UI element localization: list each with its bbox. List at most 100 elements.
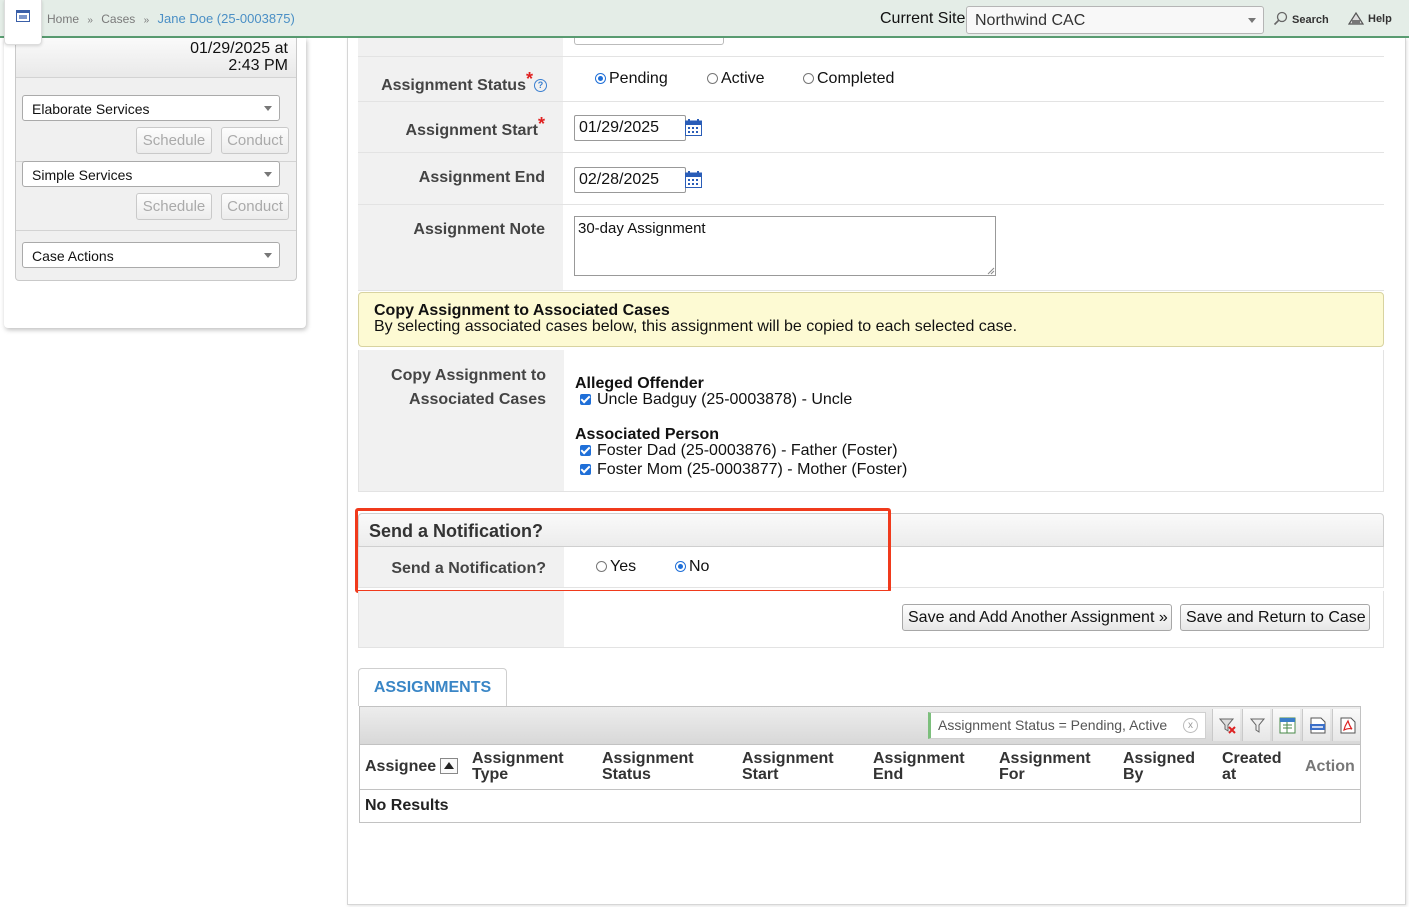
clear-filters-button[interactable] — [1212, 709, 1240, 741]
case-actions-select[interactable]: Case Actions — [22, 242, 280, 268]
assignment-note-label: Assignment Note — [413, 221, 545, 238]
case-date: 01/29/2025 at 2:43 PM — [16, 38, 296, 78]
radio-icon — [707, 73, 718, 84]
remove-filter-icon[interactable]: x — [1183, 718, 1198, 733]
status-option-completed[interactable]: Completed — [803, 70, 894, 88]
chevron-down-icon — [264, 172, 272, 177]
assignment-end-row: Assignment End 02/28/2025 — [358, 153, 1384, 205]
filter-button[interactable] — [1242, 709, 1270, 741]
form-row-partial — [358, 38, 1384, 57]
calendar-icon[interactable] — [685, 171, 702, 188]
notification-section-header: Send a Notification? — [358, 513, 1384, 547]
filter-icon — [1249, 718, 1266, 733]
column-assignee[interactable]: Assignee — [365, 758, 459, 775]
status-option-pending[interactable]: Pending — [595, 70, 668, 88]
grid-empty-row: No Results — [359, 790, 1361, 823]
elaborate-schedule-button[interactable]: Schedule — [136, 127, 212, 154]
case-date-line2: 2:43 PM — [228, 57, 288, 74]
notification-option-no[interactable]: No — [675, 558, 709, 576]
case-sidebar: 01/29/2025 at 2:43 PM Elaborate Services… — [4, 38, 306, 328]
case-actions-panel: 01/29/2025 at 2:43 PM Elaborate Services… — [15, 38, 297, 281]
simple-schedule-button[interactable]: Schedule — [136, 193, 212, 220]
assignment-start-label: Assignment Start — [405, 122, 538, 139]
assignment-note-row: Assignment Note 30-day Assignment — [358, 205, 1384, 291]
column-assignment-status[interactable]: Assignment Status — [602, 751, 694, 783]
elaborate-services-select[interactable]: Elaborate Services — [22, 95, 280, 121]
breadcrumb-home[interactable]: Home — [47, 12, 79, 26]
help-icon — [1347, 11, 1365, 25]
clear-filters-icon — [1219, 718, 1236, 734]
pdf-export-icon — [1340, 717, 1356, 734]
save-return-button[interactable]: Save and Return to Case — [1180, 604, 1370, 631]
excel-export-icon — [1279, 717, 1296, 734]
column-action: Action — [1305, 758, 1355, 775]
copy-notice-title: Copy Assignment to Associated Cases — [374, 302, 670, 319]
current-site-label: Current Site — [880, 10, 966, 27]
chevron-down-icon — [264, 253, 272, 258]
breadcrumb-cases[interactable]: Cases — [101, 12, 135, 26]
pdf-export-button[interactable] — [1332, 709, 1360, 741]
calendar-icon[interactable] — [685, 119, 702, 136]
checkbox-checked-icon — [580, 464, 591, 475]
active-filter-chip: Assignment Status = Pending, Active x — [928, 712, 1206, 739]
radio-icon — [596, 561, 607, 572]
radio-selected-icon — [595, 73, 606, 84]
chevron-down-icon — [264, 106, 272, 111]
search-icon — [1273, 11, 1288, 26]
copy-notice-body: By selecting associated cases below, thi… — [374, 318, 1018, 335]
excel-export-button[interactable] — [1272, 709, 1300, 741]
offender-checkbox-item[interactable]: Uncle Badguy (25-0003878) - Uncle — [575, 391, 852, 409]
search-link[interactable]: Search — [1273, 11, 1329, 26]
divider — [16, 230, 296, 231]
copy-associated-cases-row: Copy Assignment to Associated Cases Alle… — [358, 350, 1384, 492]
partial-field — [574, 38, 724, 45]
app-menu-button[interactable] — [4, 0, 42, 45]
assignment-end-input[interactable]: 02/28/2025 — [574, 167, 686, 193]
breadcrumb: Home » Cases » Jane Doe (25-0003875) — [47, 11, 295, 26]
app-window-icon — [16, 10, 30, 22]
associated-checkbox-item[interactable]: Foster Mom (25-0003877) - Mother (Foster… — [575, 461, 907, 479]
assignment-status-label: Assignment Status — [381, 77, 526, 94]
send-notification-row: Send a Notification? Yes No — [358, 547, 1384, 588]
elaborate-conduct-button[interactable]: Conduct — [221, 127, 289, 154]
resize-handle-icon[interactable] — [987, 267, 995, 275]
checkbox-checked-icon — [580, 445, 591, 456]
assignment-start-row: Assignment Start* 01/29/2025 — [358, 102, 1384, 153]
tab-assignments[interactable]: ASSIGNMENTS — [358, 668, 507, 706]
breadcrumb-current-case[interactable]: Jane Doe (25-0003875) — [158, 11, 295, 26]
current-site-select[interactable]: Northwind CAC — [966, 6, 1264, 34]
assignment-end-label: Assignment End — [418, 169, 545, 186]
assignment-note-textarea[interactable]: 30-day Assignment — [574, 216, 996, 276]
status-option-active[interactable]: Active — [707, 70, 765, 88]
column-created-at[interactable]: Created at — [1222, 751, 1282, 783]
simple-services-select[interactable]: Simple Services — [22, 161, 280, 187]
assignment-start-input[interactable]: 01/29/2025 — [574, 115, 686, 141]
chevron-down-icon — [1248, 18, 1256, 23]
help-link[interactable]: Help — [1347, 11, 1392, 25]
top-bar: Home » Cases » Jane Doe (25-0003875) Cur… — [0, 0, 1409, 38]
radio-selected-icon — [675, 561, 686, 572]
case-date-line1: 01/29/2025 at — [190, 40, 288, 57]
copy-cases-label-line2: Associated Cases — [409, 391, 546, 408]
help-icon[interactable]: ? — [534, 79, 547, 92]
checkbox-checked-icon — [580, 394, 591, 405]
column-assignment-for[interactable]: Assignment For — [999, 751, 1091, 783]
column-assigned-by[interactable]: Assigned By — [1123, 751, 1195, 783]
simple-conduct-button[interactable]: Conduct — [221, 193, 289, 220]
required-marker: * — [537, 114, 545, 134]
sort-ascending-icon[interactable] — [440, 758, 459, 774]
assignment-status-row: Assignment Status*? Pending Active Compl… — [358, 57, 1384, 102]
csv-export-button[interactable] — [1302, 709, 1330, 741]
column-assignment-end[interactable]: Assignment End — [873, 751, 965, 783]
associated-checkbox-item[interactable]: Foster Dad (25-0003876) - Father (Foster… — [575, 442, 898, 460]
grid-toolbar — [359, 706, 1361, 745]
csv-export-icon — [1310, 717, 1326, 734]
notification-option-yes[interactable]: Yes — [596, 558, 636, 576]
save-add-another-button[interactable]: Save and Add Another Assignment » — [902, 604, 1172, 631]
radio-icon — [803, 73, 814, 84]
required-marker: * — [525, 69, 533, 89]
grid-header-row: Assignee Assignment Type Assignment Status… — [359, 745, 1361, 790]
copy-assignment-notice: Copy Assignment to Associated Cases By s… — [358, 292, 1384, 347]
column-assignment-start[interactable]: Assignment Start — [742, 751, 834, 783]
column-assignment-type[interactable]: Assignment Type — [472, 751, 564, 783]
